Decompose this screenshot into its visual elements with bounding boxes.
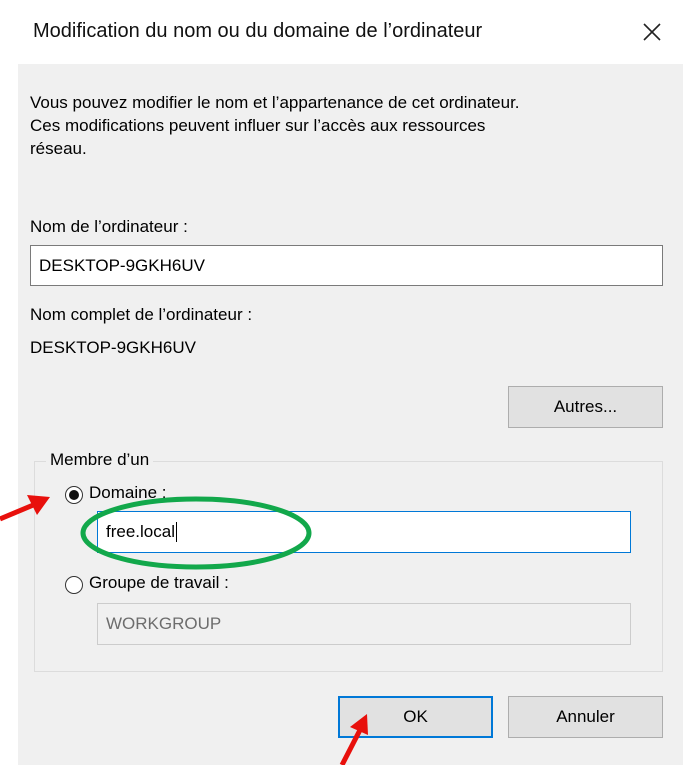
ok-button[interactable]: OK: [338, 696, 493, 738]
intro-text: Vous pouvez modifier le nom et l’apparte…: [30, 93, 520, 158]
membership-legend: Membre d’un: [46, 450, 154, 470]
domain-input[interactable]: free.local: [97, 511, 631, 553]
full-name-value: DESKTOP-9GKH6UV: [30, 338, 196, 357]
workgroup-radio[interactable]: [65, 576, 83, 594]
cancel-button[interactable]: Annuler: [508, 696, 663, 738]
text-cursor: [175, 522, 177, 542]
domain-value: free.local: [106, 522, 175, 541]
workgroup-label: Groupe de travail :: [89, 573, 229, 592]
workgroup-value: WORKGROUP: [106, 614, 222, 633]
domain-radio[interactable]: [65, 486, 83, 504]
workgroup-input[interactable]: WORKGROUP: [97, 603, 631, 645]
computer-name-input[interactable]: DESKTOP-9GKH6UV: [30, 245, 663, 286]
close-icon: [643, 23, 661, 41]
close-button[interactable]: [636, 16, 668, 48]
more-button[interactable]: Autres...: [508, 386, 663, 428]
domain-label: Domaine :: [89, 483, 167, 502]
computer-name-value: DESKTOP-9GKH6UV: [39, 255, 205, 275]
computer-name-label: Nom de l’ordinateur :: [30, 217, 188, 236]
full-name-label: Nom complet de l’ordinateur :: [30, 305, 253, 324]
dialog-title: Modification du nom ou du domaine de l’o…: [33, 20, 483, 42]
